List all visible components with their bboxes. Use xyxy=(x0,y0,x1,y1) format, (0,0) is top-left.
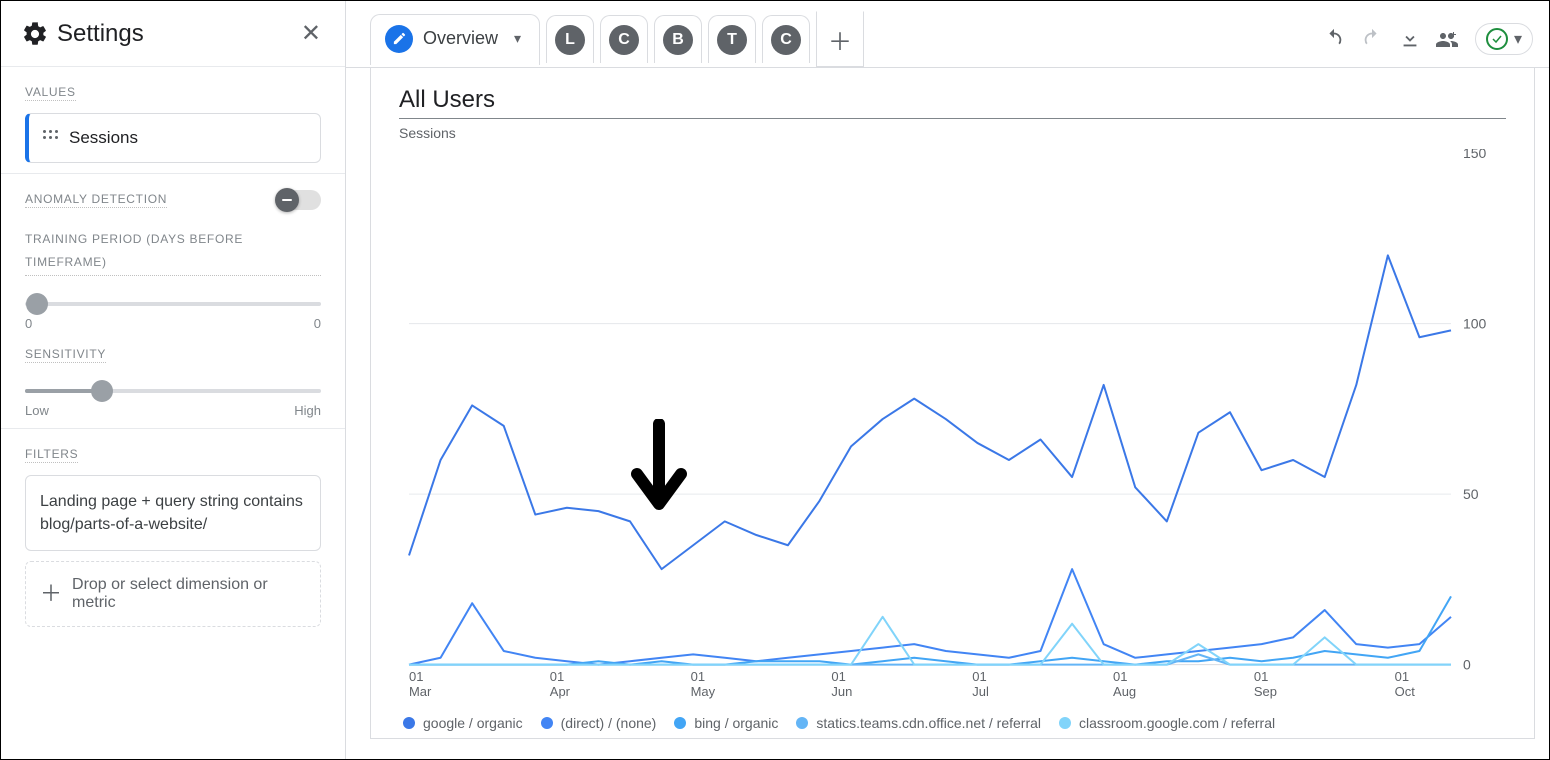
sensitivity-slider[interactable] xyxy=(25,389,321,393)
svg-text:Jul: Jul xyxy=(972,684,989,699)
arrow-annotation-icon xyxy=(629,419,689,519)
values-heading: VALUES xyxy=(25,85,76,101)
svg-text:100: 100 xyxy=(1463,316,1487,332)
share-button[interactable] xyxy=(1431,22,1465,56)
svg-text:May: May xyxy=(691,684,716,699)
training-slider[interactable] xyxy=(25,302,321,306)
training-max: 0 xyxy=(314,316,321,331)
svg-text:01: 01 xyxy=(831,669,845,684)
tab-chip[interactable]: C xyxy=(600,15,648,63)
filter-dropzone[interactable]: ＋ Drop or select dimension or metric xyxy=(25,561,321,627)
anomaly-toggle[interactable] xyxy=(277,190,321,210)
sensitivity-heading: SENSITIVITY xyxy=(25,347,106,363)
legend-item[interactable]: classroom.google.com / referral xyxy=(1059,715,1275,731)
close-button[interactable]: ✕ xyxy=(293,15,329,52)
sensitivity-high: High xyxy=(294,403,321,418)
value-chip-label: Sessions xyxy=(69,128,138,148)
chart-plot: 05010015001Mar01Apr01May01Jun01Jul01Aug0… xyxy=(399,149,1506,707)
download-button[interactable] xyxy=(1393,22,1427,56)
value-chip-sessions[interactable]: Sessions xyxy=(25,113,321,163)
svg-text:Jun: Jun xyxy=(831,684,852,699)
legend-item[interactable]: (direct) / (none) xyxy=(541,715,657,731)
svg-text:01: 01 xyxy=(1254,669,1268,684)
filter-chip[interactable]: Landing page + query string contains blo… xyxy=(25,475,321,551)
status-pill[interactable]: ▾ xyxy=(1475,23,1533,55)
dropzone-label: Drop or select dimension or metric xyxy=(72,576,306,612)
anomaly-heading: ANOMALY DETECTION xyxy=(25,192,167,208)
svg-text:50: 50 xyxy=(1463,486,1479,502)
redo-button[interactable] xyxy=(1355,22,1389,56)
gear-icon xyxy=(21,20,49,48)
tab-chip[interactable]: T xyxy=(708,15,756,63)
svg-text:Mar: Mar xyxy=(409,684,432,699)
svg-text:01: 01 xyxy=(1395,669,1409,684)
svg-text:01: 01 xyxy=(691,669,705,684)
svg-text:01: 01 xyxy=(1113,669,1127,684)
main-area: Overview ▾ LCBTC ＋ ▾ All Users Sessions … xyxy=(346,1,1549,759)
tab-chip[interactable]: B xyxy=(654,15,702,63)
svg-text:01: 01 xyxy=(409,669,423,684)
add-tab-button[interactable]: ＋ xyxy=(816,11,864,67)
filters-heading: FILTERS xyxy=(25,447,78,463)
chart-subtitle: Sessions xyxy=(399,125,1506,141)
legend-item[interactable]: bing / organic xyxy=(674,715,778,731)
chart-card: All Users Sessions 05010015001Mar01Apr01… xyxy=(370,67,1535,739)
legend-item[interactable]: statics.teams.cdn.office.net / referral xyxy=(796,715,1041,731)
check-circle-icon xyxy=(1486,28,1508,50)
tab-chip[interactable]: L xyxy=(546,15,594,63)
chevron-down-icon[interactable]: ▾ xyxy=(514,30,521,47)
svg-text:150: 150 xyxy=(1463,149,1487,161)
training-heading: TRAINING PERIOD (DAYS BEFORE TIMEFRAME) xyxy=(25,228,321,276)
chart-legend: google / organic (direct) / (none) bing / … xyxy=(399,707,1506,731)
svg-text:01: 01 xyxy=(550,669,564,684)
svg-text:Aug: Aug xyxy=(1113,684,1136,699)
chart-title: All Users xyxy=(399,86,1506,119)
tab-chip[interactable]: C xyxy=(762,15,810,63)
sidebar-title: Settings xyxy=(57,20,285,48)
svg-text:01: 01 xyxy=(972,669,986,684)
sensitivity-low: Low xyxy=(25,403,49,418)
legend-item[interactable]: google / organic xyxy=(403,715,523,731)
training-min: 0 xyxy=(25,316,32,331)
drag-handle-icon[interactable] xyxy=(43,130,59,146)
chevron-down-icon: ▾ xyxy=(1514,29,1522,49)
svg-text:Apr: Apr xyxy=(550,684,571,699)
tab-overview-label: Overview xyxy=(423,28,498,49)
pencil-icon xyxy=(385,25,413,53)
svg-text:Oct: Oct xyxy=(1395,684,1416,699)
plus-icon: ＋ xyxy=(40,583,62,605)
top-toolbar: Overview ▾ LCBTC ＋ ▾ xyxy=(346,1,1549,67)
svg-text:0: 0 xyxy=(1463,657,1471,673)
svg-text:Sep: Sep xyxy=(1254,684,1277,699)
undo-button[interactable] xyxy=(1317,22,1351,56)
tab-overview[interactable]: Overview ▾ xyxy=(370,14,540,65)
settings-sidebar: Settings ✕ VALUES Sessions ANOMALY DETEC… xyxy=(1,1,346,759)
